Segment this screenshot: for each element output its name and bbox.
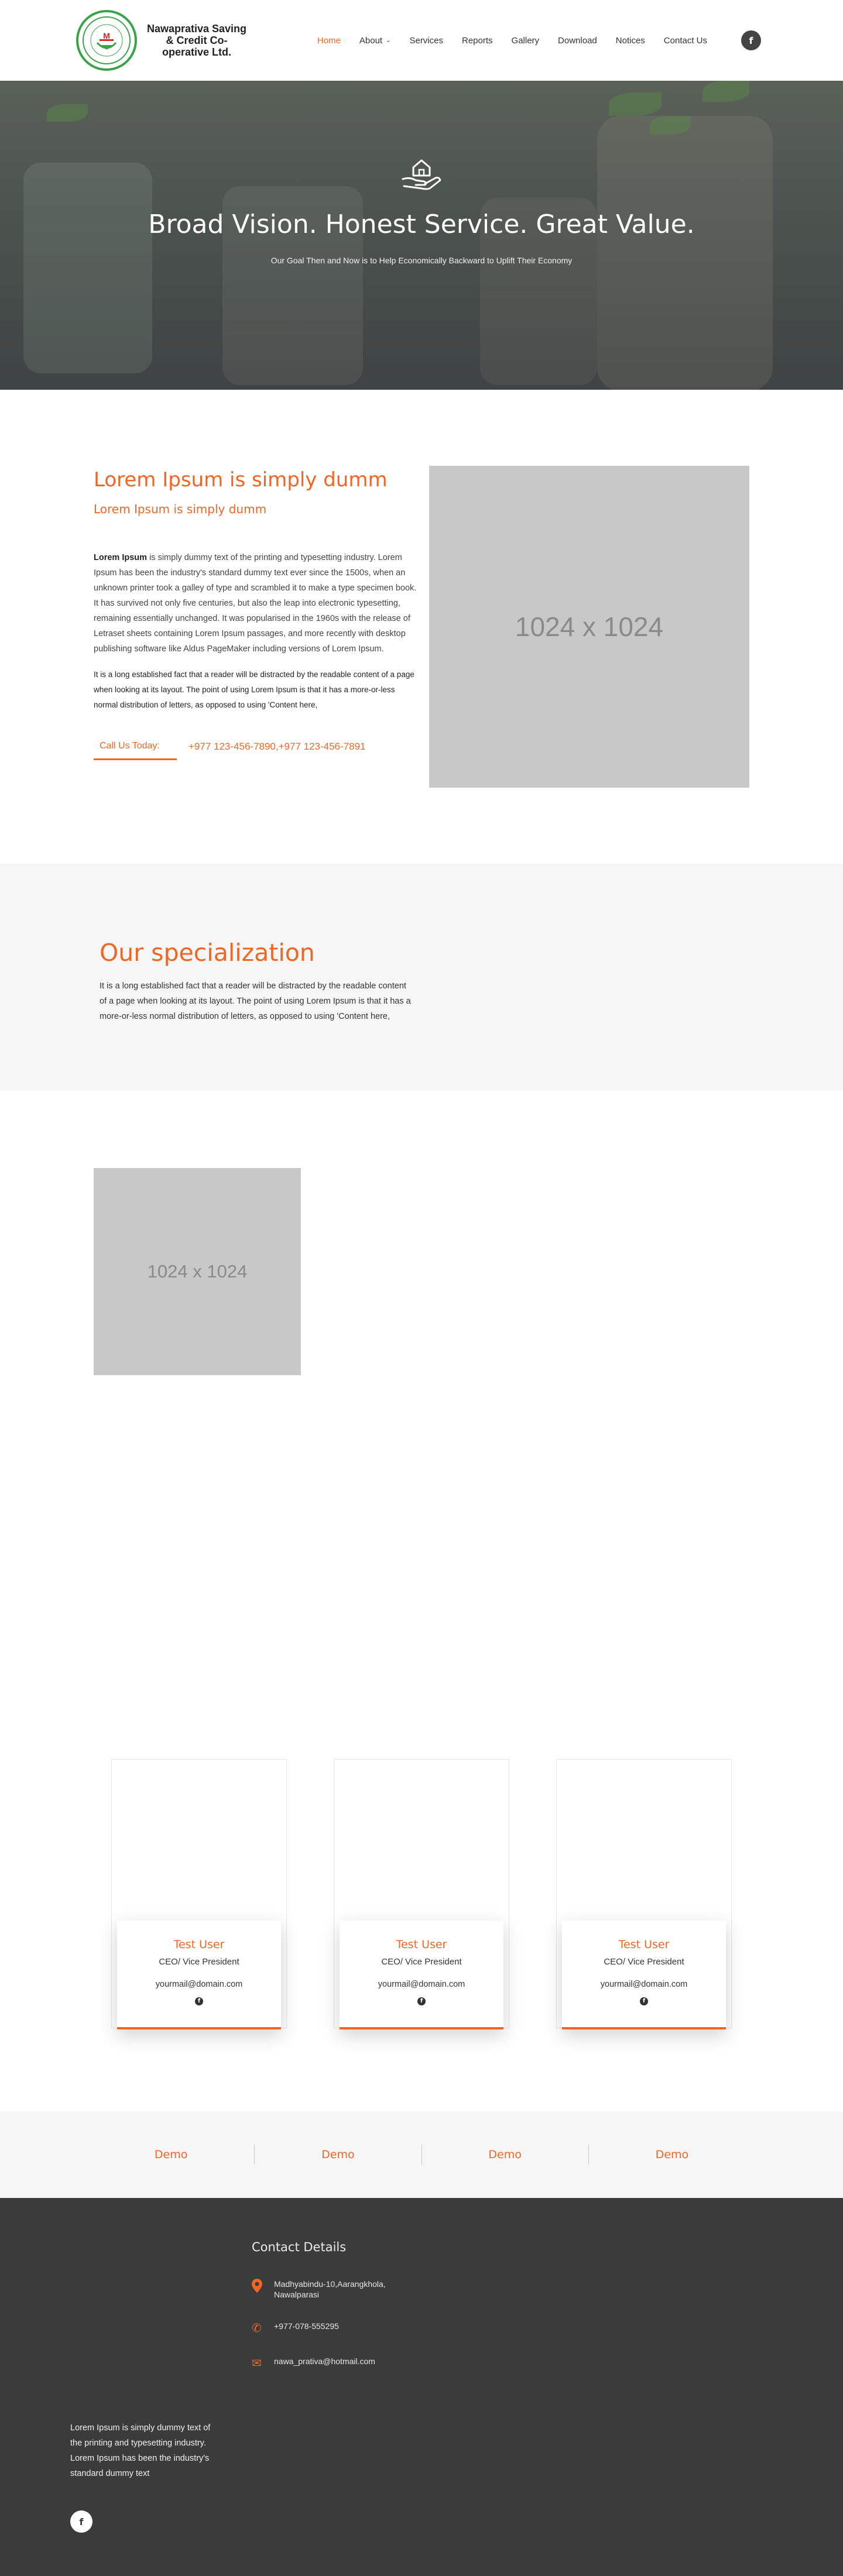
demo-link[interactable]: Demo bbox=[589, 2148, 755, 2161]
team-member: Test User CEO/ Vice President yourmail@d… bbox=[334, 1759, 509, 2111]
facebook-icon[interactable]: f bbox=[640, 1997, 648, 2005]
nav-notices[interactable]: Notices bbox=[616, 36, 645, 46]
phone-icon: ✆ bbox=[252, 2321, 262, 2335]
nav-services[interactable]: Services bbox=[409, 36, 443, 46]
about-image-placeholder: 1024 x 1024 bbox=[429, 466, 749, 788]
about-title: Lorem Ipsum is simply dumm bbox=[94, 468, 388, 492]
team-section: Test User CEO/ Vice President yourmail@d… bbox=[0, 1759, 843, 2111]
about-second-text: It is a long established fact that a rea… bbox=[94, 670, 414, 709]
logo-text: Nawaprativa Saving & Credit Co-operative… bbox=[146, 23, 247, 58]
specialization-section: Our specialization It is a long establis… bbox=[0, 864, 843, 1091]
demo-strip: Demo Demo Demo Demo bbox=[0, 2111, 843, 2198]
about-subtitle: Lorem Ipsum is simply dumm bbox=[94, 502, 267, 516]
logo-emblem: M bbox=[76, 10, 137, 71]
chevron-down-icon: ⌄ bbox=[386, 37, 391, 44]
member-role: CEO/ Vice President bbox=[604, 1957, 684, 1967]
contact-address: Madhyabindu-10,Aarangkhola, Nawalparasi bbox=[252, 2279, 414, 2300]
member-email[interactable]: yourmail@domain.com bbox=[562, 1980, 726, 1989]
gallery-image-placeholder: 1024 x 1024 bbox=[94, 1168, 301, 1375]
gallery-section: 1024 x 1024 bbox=[0, 1091, 843, 1759]
site-footer: Contact Details Madhyabindu-10,Aarangkho… bbox=[0, 2198, 843, 2576]
team-member: Test User CEO/ Vice President yourmail@d… bbox=[111, 1759, 287, 2111]
facebook-icon[interactable]: f bbox=[195, 1997, 203, 2005]
member-role: CEO/ Vice President bbox=[159, 1957, 239, 1967]
email-text[interactable]: nawa_prativa@hotmail.com bbox=[274, 2356, 414, 2367]
demo-link[interactable]: Demo bbox=[422, 2148, 588, 2161]
call-numbers[interactable]: +977 123-456-7890,+977 123-456-7891 bbox=[189, 741, 366, 755]
demo-link[interactable]: Demo bbox=[255, 2148, 421, 2161]
hero-banner: Broad Vision. Honest Service. Great Valu… bbox=[0, 81, 843, 390]
member-card: Test User CEO/ Vice President yourmail@d… bbox=[340, 1921, 503, 2029]
member-card: Test User CEO/ Vice President yourmail@d… bbox=[117, 1921, 281, 2029]
call-us: Call Us Today: +977 123-456-7890,+977 12… bbox=[94, 735, 420, 760]
contact-email: ✉ nawa_prativa@hotmail.com bbox=[252, 2356, 414, 2370]
contact-title: Contact Details bbox=[252, 2240, 347, 2254]
nav-reports[interactable]: Reports bbox=[462, 36, 493, 46]
footer-about-text: Lorem Ipsum is simply dummy text of the … bbox=[70, 2423, 211, 2478]
about-lead-text: Lorem Ipsum is simply dummy text of the … bbox=[94, 550, 420, 657]
hero-title: Broad Vision. Honest Service. Great Valu… bbox=[148, 209, 695, 239]
contact-phone: ✆ +977-078-555295 bbox=[252, 2321, 414, 2335]
member-name: Test User bbox=[396, 1938, 447, 1951]
about-lead-bold: Lorem Ipsum bbox=[94, 553, 148, 562]
nav-contact[interactable]: Contact Us bbox=[664, 36, 707, 46]
address-text: Madhyabindu-10,Aarangkhola, Nawalparasi bbox=[274, 2279, 386, 2299]
hand-house-icon bbox=[398, 151, 445, 192]
demo-link[interactable]: Demo bbox=[88, 2148, 254, 2161]
map-pin-icon bbox=[252, 2279, 269, 2296]
member-email[interactable]: yourmail@domain.com bbox=[340, 1980, 503, 1989]
nav-gallery[interactable]: Gallery bbox=[512, 36, 540, 46]
facebook-icon[interactable]: f bbox=[70, 2510, 92, 2533]
hero-subtitle: Our Goal Then and Now is to Help Economi… bbox=[270, 256, 573, 265]
phone-text[interactable]: +977-078-555295 bbox=[274, 2321, 414, 2331]
envelope-icon: ✉ bbox=[252, 2356, 262, 2370]
call-label: Call Us Today: bbox=[94, 735, 177, 760]
nav-home[interactable]: Home bbox=[317, 36, 341, 46]
about-section: Lorem Ipsum is simply dumm Lorem Ipsum i… bbox=[0, 390, 843, 864]
team-member: Test User CEO/ Vice President yourmail@d… bbox=[556, 1759, 732, 2111]
member-role: CEO/ Vice President bbox=[381, 1957, 462, 1967]
nav-about[interactable]: About ⌄ bbox=[359, 36, 391, 46]
svg-text:M: M bbox=[103, 31, 110, 40]
facebook-icon[interactable]: f bbox=[741, 30, 761, 50]
site-logo[interactable]: M Nawaprativa Saving & Credit Co-operati… bbox=[76, 10, 249, 71]
member-name: Test User bbox=[618, 1938, 670, 1951]
nav-download[interactable]: Download bbox=[558, 36, 597, 46]
facebook-icon[interactable]: f bbox=[417, 1997, 426, 2005]
site-header: M Nawaprativa Saving & Credit Co-operati… bbox=[0, 0, 843, 81]
main-nav: Home About ⌄ Services Reports Gallery Dow… bbox=[299, 36, 707, 46]
contact-details: Contact Details Madhyabindu-10,Aarangkho… bbox=[252, 2240, 414, 2370]
member-email[interactable]: yourmail@domain.com bbox=[117, 1980, 281, 1989]
about-lead-rest: is simply dummy text of the printing and… bbox=[94, 553, 417, 654]
nav-about-label: About bbox=[359, 35, 383, 46]
member-card: Test User CEO/ Vice President yourmail@d… bbox=[562, 1921, 726, 2029]
member-name: Test User bbox=[173, 1938, 225, 1951]
specialization-title: Our specialization bbox=[100, 939, 315, 967]
specialization-text: It is a long established fact that a rea… bbox=[100, 981, 411, 1021]
